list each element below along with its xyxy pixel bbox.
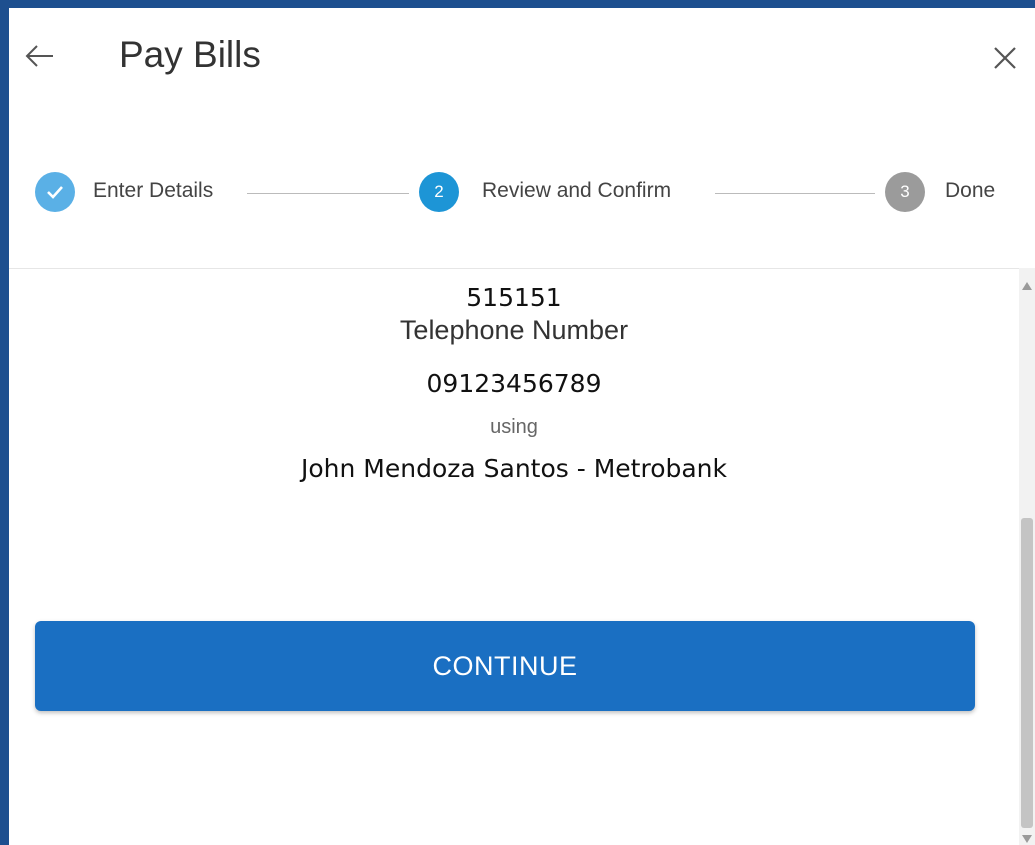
telephone-number-value: 09123456789 (426, 369, 602, 398)
step-1-check-icon (35, 172, 75, 212)
step-3-indicator: 3 (885, 172, 925, 212)
scroll-up-arrow-icon[interactable] (1022, 282, 1032, 290)
review-panel: 515151 Telephone Number 09123456789 usin… (9, 268, 1019, 845)
step-1-label: Enter Details (93, 179, 214, 202)
using-label: using (490, 416, 538, 438)
scroll-down-arrow-icon[interactable] (1022, 835, 1032, 843)
close-icon[interactable] (985, 38, 1025, 78)
step-2-label: Review and Confirm (482, 179, 672, 202)
step-2-indicator: 2 (419, 172, 459, 212)
telephone-number-label: Telephone Number (399, 315, 629, 345)
step-divider (247, 193, 409, 194)
pay-bills-window: Pay Bills Enter Details 2 Review and Con… (9, 8, 1035, 845)
page-title: Pay Bills (119, 34, 261, 75)
vertical-scrollbar[interactable] (1019, 268, 1035, 845)
scroll-thumb[interactable] (1021, 518, 1033, 828)
continue-button[interactable]: CONTINUE (35, 621, 975, 711)
arrow-left-icon[interactable] (21, 36, 61, 76)
stepper: Enter Details 2 Review and Confirm 3 Don… (9, 168, 1035, 228)
biller-code: 515151 (466, 283, 562, 312)
step-3-label: Done (945, 179, 996, 202)
step-divider (715, 193, 875, 194)
source-account: John Mendoza Santos - Metrobank (300, 454, 727, 483)
header: Pay Bills Enter Details 2 Review and Con… (9, 8, 1035, 268)
